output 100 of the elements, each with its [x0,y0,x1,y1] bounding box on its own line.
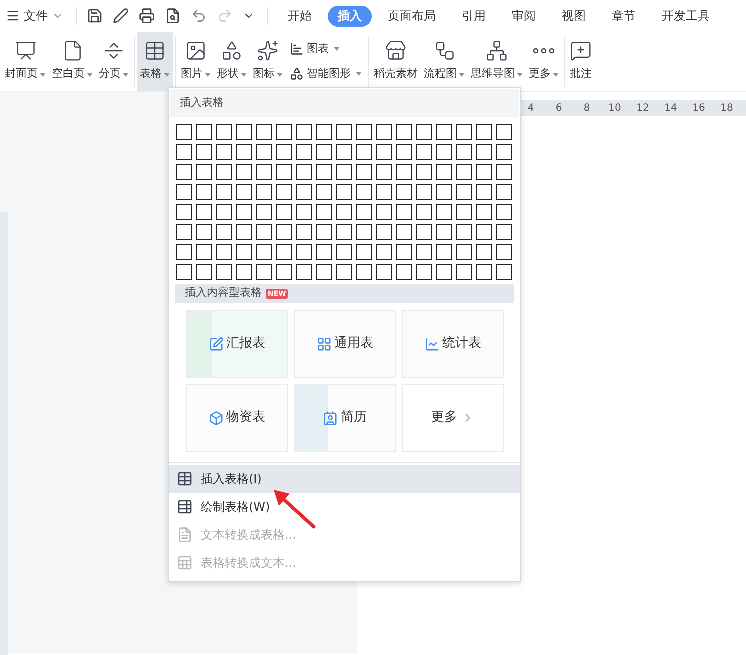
grid-cell[interactable] [376,264,392,280]
grid-cell[interactable] [216,124,232,140]
grid-cell[interactable] [416,184,432,200]
grid-cell[interactable] [376,164,392,180]
grid-cell[interactable] [176,264,192,280]
grid-cell[interactable] [436,144,452,160]
grid-cell[interactable] [496,124,512,140]
grid-cell[interactable] [336,244,352,260]
grid-cell[interactable] [396,124,412,140]
grid-cell[interactable] [396,144,412,160]
menu-item[interactable]: 插入表格(I) [169,465,520,493]
grid-cell[interactable] [476,184,492,200]
grid-cell[interactable] [336,204,352,220]
grid-cell[interactable] [456,244,472,260]
ribbon-button[interactable]: 空白页 [49,32,96,91]
grid-cell[interactable] [316,204,332,220]
grid-cell[interactable] [356,204,372,220]
grid-cell[interactable] [496,244,512,260]
grid-cell[interactable] [276,184,292,200]
grid-cell[interactable] [336,124,352,140]
grid-cell[interactable] [236,224,252,240]
grid-cell[interactable] [396,224,412,240]
grid-cell[interactable] [396,184,412,200]
grid-cell[interactable] [456,144,472,160]
grid-cell[interactable] [216,184,232,200]
grid-cell[interactable] [256,124,272,140]
grid-cell[interactable] [216,144,232,160]
grid-cell[interactable] [296,224,312,240]
template-tile[interactable]: 汇报表 [186,310,288,378]
template-tile[interactable]: 简历 [294,384,396,452]
grid-cell[interactable] [256,164,272,180]
grid-cell[interactable] [276,204,292,220]
grid-cell[interactable] [276,164,292,180]
grid-cell[interactable] [456,264,472,280]
grid-cell[interactable] [236,164,252,180]
grid-cell[interactable] [476,264,492,280]
grid-cell[interactable] [196,224,212,240]
grid-cell[interactable] [436,224,452,240]
ribbon-button[interactable]: 封面页 [2,32,49,91]
grid-cell[interactable] [416,164,432,180]
grid-cell[interactable] [256,184,272,200]
grid-cell[interactable] [276,224,292,240]
ribbon-button[interactable]: 批注 [567,32,595,91]
grid-cell[interactable] [416,244,432,260]
ribbon-button[interactable]: 分页 [96,32,132,91]
grid-cell[interactable] [276,244,292,260]
menu-item[interactable]: 绘制表格(W) [169,493,520,521]
grid-cell[interactable] [476,144,492,160]
grid-cell[interactable] [376,224,392,240]
grid-cell[interactable] [196,244,212,260]
grid-cell[interactable] [296,244,312,260]
grid-cell[interactable] [496,204,512,220]
grid-cell[interactable] [236,204,252,220]
grid-cell[interactable] [316,184,332,200]
grid-cell[interactable] [176,184,192,200]
grid-cell[interactable] [296,204,312,220]
grid-cell[interactable] [396,244,412,260]
grid-cell[interactable] [236,144,252,160]
grid-cell[interactable] [276,264,292,280]
grid-cell[interactable] [196,164,212,180]
grid-cell[interactable] [436,124,452,140]
grid-cell[interactable] [476,164,492,180]
grid-cell[interactable] [336,184,352,200]
ribbon-tab[interactable]: 引用 [452,6,496,26]
template-tile[interactable]: 通用表 [294,310,396,378]
grid-cell[interactable] [176,124,192,140]
grid-cell[interactable] [256,224,272,240]
grid-cell[interactable] [356,224,372,240]
grid-cell[interactable] [196,124,212,140]
grid-cell[interactable] [456,204,472,220]
grid-cell[interactable] [456,164,472,180]
grid-cell[interactable] [276,124,292,140]
grid-cell[interactable] [296,144,312,160]
grid-cell[interactable] [416,264,432,280]
grid-cell[interactable] [416,144,432,160]
grid-cell[interactable] [436,204,452,220]
grid-cell[interactable] [496,264,512,280]
grid-cell[interactable] [316,144,332,160]
grid-cell[interactable] [356,164,372,180]
grid-cell[interactable] [176,224,192,240]
grid-cell[interactable] [436,244,452,260]
ribbon-tab[interactable]: 视图 [552,6,596,26]
grid-cell[interactable] [496,184,512,200]
grid-cell[interactable] [496,144,512,160]
grid-cell[interactable] [356,184,372,200]
ribbon-tab[interactable]: 开发工具 [652,6,720,26]
grid-cell[interactable] [316,244,332,260]
grid-cell[interactable] [376,184,392,200]
grid-cell[interactable] [176,144,192,160]
ribbon-tab[interactable]: 章节 [602,6,646,26]
grid-cell[interactable] [256,204,272,220]
grid-cell[interactable] [376,244,392,260]
grid-cell[interactable] [316,124,332,140]
grid-cell[interactable] [236,184,252,200]
ribbon-button[interactable]: 稻壳素材 [371,32,421,91]
grid-cell[interactable] [296,124,312,140]
grid-cell[interactable] [336,164,352,180]
grid-cell[interactable] [196,184,212,200]
grid-cell[interactable] [236,264,252,280]
grid-cell[interactable] [476,224,492,240]
